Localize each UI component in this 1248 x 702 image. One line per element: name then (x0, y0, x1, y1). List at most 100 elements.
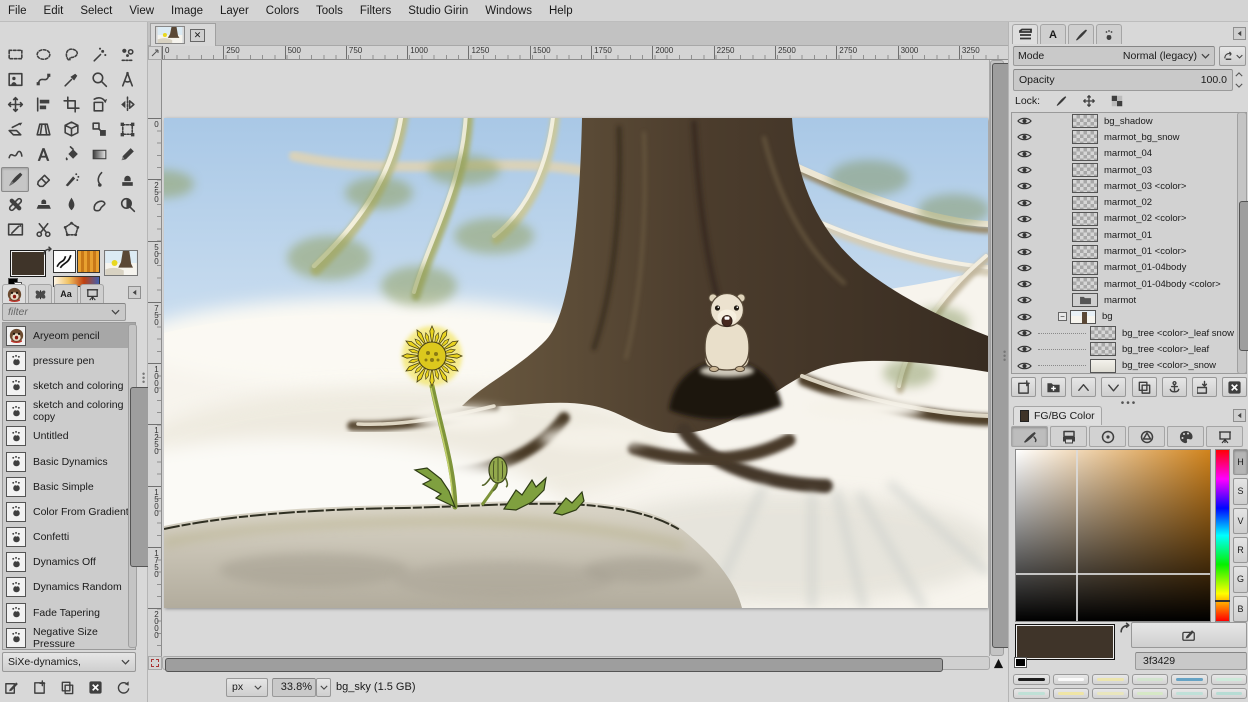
tool-clone-button[interactable] (113, 167, 141, 192)
tool-move-button[interactable] (1, 92, 29, 117)
zoom-input[interactable]: 33.8% (272, 678, 316, 697)
eye-icon[interactable] (1017, 230, 1032, 240)
color-history-swatch[interactable] (1171, 688, 1208, 699)
table-row[interactable]: marmot_03 <color> (1012, 178, 1246, 194)
unit-dropdown[interactable]: px (226, 678, 268, 697)
table-row[interactable]: marmot_04 (1012, 146, 1246, 162)
tool-pencil-button[interactable] (113, 142, 141, 167)
dynamics-set-dropdown[interactable]: SiXe-dynamics, (2, 652, 136, 672)
close-image-icon[interactable]: ✕ (190, 29, 205, 42)
table-row[interactable]: marmot_bg_snow (1012, 129, 1246, 145)
foreground-color-swatch[interactable] (10, 250, 46, 277)
table-row[interactable]: bg_shadow (1012, 113, 1246, 129)
color-history-swatch[interactable] (1171, 674, 1208, 685)
selector-palette[interactable] (1167, 426, 1204, 447)
delete-layer-button[interactable] (1222, 377, 1247, 397)
menu-colors[interactable]: Colors (266, 5, 299, 17)
new-dynamics-button[interactable] (32, 680, 47, 695)
selector-wheel[interactable] (1089, 426, 1126, 447)
eye-icon[interactable] (1017, 116, 1032, 126)
tab-fonts[interactable]: A (1040, 24, 1066, 44)
layer-mode-dropdown[interactable]: Mode Normal (legacy) (1013, 46, 1215, 66)
menu-windows[interactable]: Windows (485, 5, 532, 17)
tool-ink-button[interactable] (85, 167, 113, 192)
tool-ellipse-select-button[interactable] (29, 42, 57, 67)
menu-select[interactable]: Select (80, 5, 112, 17)
eye-icon[interactable] (1017, 328, 1032, 338)
list-item[interactable]: Dynamics Off (3, 550, 135, 575)
color-history-swatch[interactable] (1092, 688, 1129, 699)
vertical-ruler[interactable]: 025050075010001250150017502000 (148, 60, 162, 656)
color-history-swatch[interactable] (1053, 688, 1090, 699)
tool-free-select-button[interactable] (57, 42, 85, 67)
horizontal-scrollbar[interactable] (162, 656, 990, 670)
brush-preview[interactable] (53, 250, 76, 273)
tool-align-button[interactable] (29, 92, 57, 117)
table-row[interactable]: marmot_01 (1012, 227, 1246, 243)
color-history-swatch[interactable] (1053, 674, 1090, 685)
navigation-button[interactable] (990, 656, 1006, 670)
menu-view[interactable]: View (129, 5, 154, 17)
tool-measure-button[interactable] (113, 67, 141, 92)
eye-icon[interactable] (1017, 165, 1032, 175)
table-row[interactable]: marmot_01-04body (1012, 260, 1246, 276)
hue-strip[interactable] (1215, 449, 1230, 622)
tool-fuzzy-select-button[interactable] (85, 42, 113, 67)
opacity-spinner[interactable] (1235, 69, 1247, 91)
table-row[interactable]: bg_tree <color>_leaf snow (1012, 325, 1246, 341)
menu-filters[interactable]: Filters (360, 5, 391, 17)
fgbg-menu-icon[interactable] (1233, 409, 1246, 422)
tool-dodge-burn-button[interactable] (113, 192, 141, 217)
tool-gradient-button[interactable] (85, 142, 113, 167)
opacity-slider[interactable]: Opacity 100.0 (1013, 69, 1233, 91)
table-row[interactable]: marmot_02 <color> (1012, 211, 1246, 227)
tool-paintbrush-button[interactable] (1, 167, 29, 192)
tool-paths-button[interactable] (29, 67, 57, 92)
dynamics-scrollbar[interactable] (128, 324, 137, 648)
horizontal-ruler[interactable]: 0250500750100012501500175020002250250027… (162, 46, 1008, 60)
table-row[interactable]: marmot_01 <color> (1012, 243, 1246, 259)
canvas-viewport[interactable] (162, 60, 990, 656)
fgbg-color-tab[interactable]: FG/BG Color (1013, 406, 1102, 425)
color-history-swatch[interactable] (1013, 674, 1050, 685)
color-history-row-1[interactable] (1013, 674, 1247, 685)
menu-studio-girin[interactable]: Studio Girin (408, 5, 468, 17)
list-item[interactable]: Untitled (3, 424, 135, 449)
duplicate-layer-button[interactable] (1132, 377, 1157, 397)
selector-scales[interactable] (1206, 426, 1243, 447)
saturation-value-square[interactable] (1015, 449, 1211, 622)
color-history-swatch[interactable] (1211, 674, 1248, 685)
tool-heal-button[interactable] (1, 192, 29, 217)
tab-dynamics[interactable] (1096, 24, 1122, 44)
color-history-row-2[interactable] (1013, 688, 1247, 699)
eye-icon[interactable] (1017, 214, 1032, 224)
lower-layer-button[interactable] (1101, 377, 1126, 397)
tab-layers[interactable] (1012, 24, 1038, 44)
lock-alpha-icon[interactable] (1110, 94, 1124, 108)
menu-image[interactable]: Image (171, 5, 203, 17)
list-item[interactable]: Basic Dynamics (3, 449, 135, 474)
group-expander[interactable]: − (1058, 312, 1067, 321)
new-layer-button[interactable] (1011, 377, 1036, 397)
tab-tool-presets[interactable] (80, 284, 104, 303)
eye-icon[interactable] (1017, 181, 1032, 191)
tool-text-button[interactable] (29, 142, 57, 167)
tool-intelligent-scissors-button[interactable] (29, 217, 57, 242)
quick-mask-toggle[interactable] (148, 656, 162, 670)
filter-input[interactable]: filter (2, 303, 126, 321)
tool-smudge-button[interactable] (85, 192, 113, 217)
color-history-swatch[interactable] (1092, 674, 1129, 685)
anchor-layer-button[interactable] (1162, 377, 1187, 397)
tool-airbrush-button[interactable] (57, 167, 85, 192)
color-history-swatch[interactable] (1013, 688, 1050, 699)
image-tab[interactable]: ✕ (150, 23, 216, 46)
table-row[interactable]: marmot_03 (1012, 162, 1246, 178)
list-item[interactable]: Dynamics Random (3, 575, 135, 600)
tool-color-picker-button[interactable] (57, 67, 85, 92)
panel-resize-handle[interactable]: ••• (142, 372, 145, 384)
edit-dynamics-button[interactable] (4, 680, 19, 695)
table-row[interactable]: −bg (1012, 309, 1246, 325)
tab-paintbrush[interactable] (1068, 24, 1094, 44)
tool-handle-transform-button[interactable] (113, 117, 141, 142)
eye-icon[interactable] (1017, 295, 1032, 305)
